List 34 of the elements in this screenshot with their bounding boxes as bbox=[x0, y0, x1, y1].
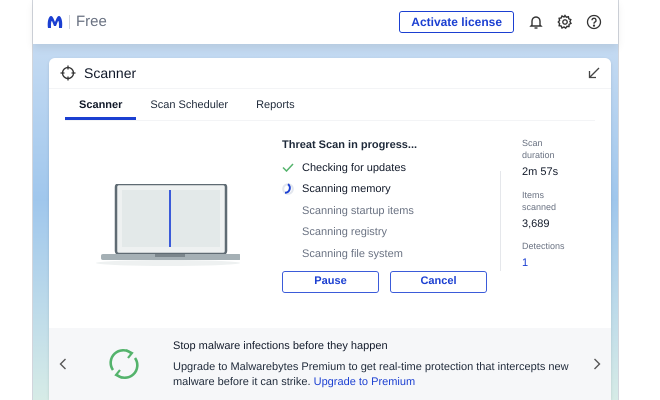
scan-action-button[interactable]: Cancel bbox=[390, 270, 487, 292]
tab[interactable]: Reports bbox=[242, 93, 309, 120]
minimize-arrow-icon[interactable] bbox=[588, 67, 600, 79]
promo-text: Upgrade to Malwarebytes Premium to get real-time protection that intercepts new malware before it can strike. Upgrade to Premium bbox=[173, 360, 570, 390]
settings-icon[interactable] bbox=[557, 14, 573, 30]
stat-label: Items scanned bbox=[522, 188, 558, 212]
scan-action-button[interactable]: Pause bbox=[282, 270, 379, 292]
tab[interactable]: Scan Scheduler bbox=[136, 93, 242, 120]
stat-label: Scan duration bbox=[522, 137, 556, 161]
scan-step-label: Checking for updates bbox=[302, 160, 406, 176]
sync-arrows-icon bbox=[107, 347, 141, 381]
spinner-icon bbox=[282, 183, 294, 196]
stat-label: Detections bbox=[522, 240, 562, 252]
promo-title: Stop malware infections before they happen bbox=[173, 339, 389, 354]
tab[interactable]: Scanner bbox=[65, 93, 136, 120]
help-icon[interactable] bbox=[586, 14, 602, 30]
stat-value[interactable]: 1 bbox=[522, 255, 562, 272]
check-icon bbox=[282, 163, 294, 172]
stat-value: 3,689 bbox=[522, 216, 551, 232]
card-title: Scanner bbox=[84, 64, 136, 82]
upgrade-link[interactable]: Upgrade to Premium bbox=[314, 376, 416, 388]
chevron-left-icon[interactable] bbox=[59, 358, 67, 370]
notifications-icon[interactable] bbox=[528, 14, 544, 30]
scan-step-label: Scanning startup items bbox=[302, 204, 414, 218]
edition-label: Free bbox=[76, 12, 107, 32]
chevron-right-icon[interactable] bbox=[593, 358, 601, 370]
scan-step-label: Scanning file system bbox=[302, 246, 403, 262]
activate-license-button[interactable]: Activate license bbox=[399, 11, 514, 33]
scan-step-label: Scanning memory bbox=[302, 182, 391, 197]
crosshair-icon bbox=[60, 65, 76, 81]
scan-step-label: Scanning registry bbox=[302, 225, 387, 240]
stat-value: 2m 57s bbox=[522, 165, 560, 180]
scan-status-heading: Threat Scan in progress... bbox=[282, 138, 418, 153]
logo-icon bbox=[47, 15, 63, 29]
